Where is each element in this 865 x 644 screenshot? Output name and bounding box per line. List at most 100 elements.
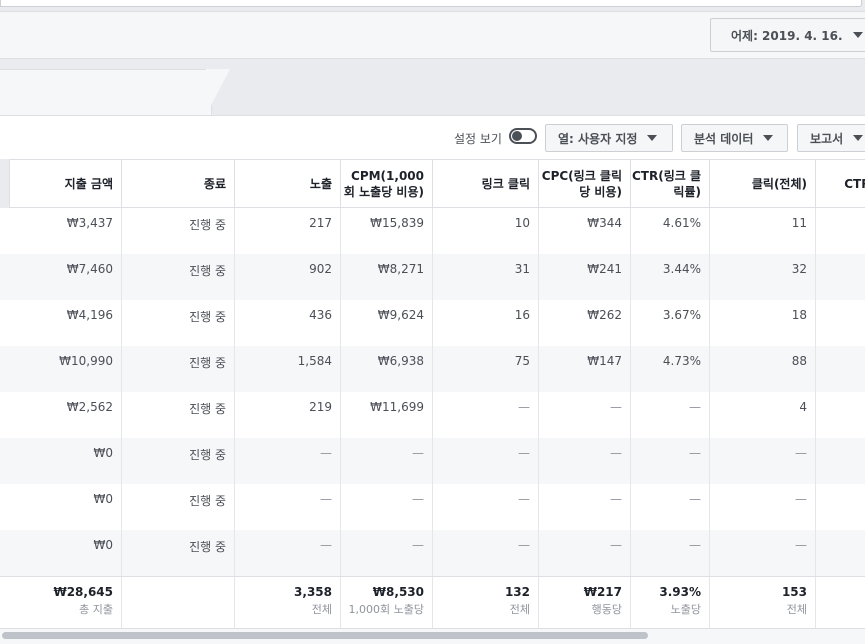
- table-row[interactable]: ₩0 진행 중 — — — — — —: [0, 484, 865, 530]
- total-cell: [122, 577, 235, 629]
- table-cell: 진행 중: [122, 346, 235, 392]
- table-row[interactable]: ₩0 진행 중 — — — — — —: [0, 530, 865, 576]
- table-row[interactable]: ₩0 진행 중 — — — — — —: [0, 438, 865, 484]
- breakdown-button-label: 분석 데이터: [694, 131, 754, 146]
- chevron-down-icon: [763, 135, 774, 141]
- column-header-5[interactable]: CPC(링크 클릭당 비용): [539, 159, 631, 208]
- total-value: ₩217: [583, 585, 622, 599]
- table-cell: ₩8,271: [341, 254, 433, 300]
- table-cell: ₩241: [539, 254, 631, 300]
- table-cell: 진행 중: [122, 300, 235, 346]
- table-cell: ₩6,938: [341, 346, 433, 392]
- table-cell: 5.5: [816, 346, 865, 392]
- table-row[interactable]: ₩7,460진행 중902₩8,27131₩2413.44%323.5: [0, 254, 865, 300]
- chevron-down-icon: [647, 135, 658, 141]
- settings-view-label: 설정 보기: [454, 132, 502, 146]
- table-cell: [816, 484, 865, 530]
- active-tab[interactable]: [0, 69, 212, 115]
- table-cell: —: [539, 530, 631, 576]
- columns-button[interactable]: 열: 사용자 지정: [545, 124, 673, 152]
- table-cell: —: [235, 484, 341, 530]
- table-cell: 진행 중: [122, 438, 235, 484]
- table-cell: —: [539, 484, 631, 530]
- table-cell: 4.73%: [631, 346, 710, 392]
- total-cell: ₩28,645 총 지출: [10, 577, 122, 629]
- table-cell: —: [539, 438, 631, 484]
- table-cell: —: [710, 438, 816, 484]
- horizontal-scrollbar[interactable]: [0, 628, 865, 644]
- top-search-field[interactable]: [0, 0, 862, 7]
- totals-row: ₩28,645 총 지출 3,358 전체 ₩8,530 1,000회 노출당 132 전체 ₩…: [0, 576, 865, 629]
- table-cell: 10: [433, 208, 539, 254]
- table-row[interactable]: ₩10,990진행 중1,584₩6,93875₩1474.73%885.5: [0, 346, 865, 392]
- table-cell: [816, 438, 865, 484]
- table-row[interactable]: ₩3,437진행 중217₩15,83910₩3444.61%115.0: [0, 208, 865, 254]
- total-value: 4.5: [816, 585, 865, 599]
- table-cell: ₩15,839: [341, 208, 433, 254]
- total-caption: 전체: [509, 603, 530, 616]
- total-value: 153: [781, 585, 807, 599]
- total-cell: 3,358 전체: [235, 577, 341, 629]
- breakdown-button[interactable]: 분석 데이터: [681, 124, 788, 152]
- column-header-8[interactable]: CTR(전: [816, 159, 865, 208]
- total-value: 3.93%: [659, 585, 701, 599]
- table-cell: ₩0: [10, 530, 122, 576]
- table-cell: 4.1: [816, 300, 865, 346]
- table-cell: —: [433, 392, 539, 438]
- column-header-4[interactable]: 링크 클릭: [433, 159, 539, 208]
- table-cell: 75: [433, 346, 539, 392]
- total-value: 132: [504, 585, 530, 599]
- settings-view-toggle[interactable]: [509, 128, 537, 144]
- total-cell: 4.5 노: [816, 577, 865, 629]
- table-cell: —: [235, 438, 341, 484]
- table-cell: 16: [433, 300, 539, 346]
- table-cell: ₩344: [539, 208, 631, 254]
- table-cell: —: [710, 530, 816, 576]
- total-caption: 1,000회 노출당: [348, 603, 424, 616]
- table-cell: ₩147: [539, 346, 631, 392]
- table-cell: —: [631, 530, 710, 576]
- chevron-down-icon: [853, 135, 864, 141]
- column-header-3[interactable]: CPM(1,000회 노출당 비용): [341, 159, 433, 208]
- table-cell: 32: [710, 254, 816, 300]
- columns-button-label: 열: 사용자 지정: [558, 131, 638, 146]
- date-range-button[interactable]: 어제: 2019. 4. 16.: [710, 18, 865, 52]
- table-cell: 진행 중: [122, 208, 235, 254]
- table-cell: ₩262: [539, 300, 631, 346]
- table-toolbar: 설정 보기 열: 사용자 지정 분석 데이터 보고서: [0, 115, 865, 159]
- total-caption: 노출당: [670, 603, 701, 616]
- total-value: ₩8,530: [372, 585, 424, 599]
- table-cell: —: [631, 438, 710, 484]
- column-header-0[interactable]: 지출 금액: [10, 159, 122, 208]
- table-cell: [816, 530, 865, 576]
- table-cell: ₩0: [10, 484, 122, 530]
- table-cell: 436: [235, 300, 341, 346]
- total-caption: 전체: [786, 603, 807, 616]
- column-header-6[interactable]: CTR(링크 클릭률): [631, 159, 710, 208]
- scrollbar-thumb[interactable]: [2, 632, 648, 639]
- date-range-label: 어제: 2019. 4. 16.: [731, 28, 843, 43]
- total-cell: ₩217 행동당: [539, 577, 631, 629]
- table-cell: 219: [235, 392, 341, 438]
- table-cell: —: [341, 530, 433, 576]
- table-cell: —: [341, 484, 433, 530]
- table-cell: 31: [433, 254, 539, 300]
- reports-button[interactable]: 보고서: [797, 124, 865, 152]
- column-header-1[interactable]: 종료: [122, 159, 235, 208]
- tab-edge: [206, 69, 230, 115]
- table-cell: —: [341, 438, 433, 484]
- table-cell: ₩11,699: [341, 392, 433, 438]
- chevron-down-icon: [852, 32, 863, 38]
- total-value: ₩28,645: [53, 585, 113, 599]
- table-cell: ₩10,990: [10, 346, 122, 392]
- table-cell: 5.0: [816, 208, 865, 254]
- table-cell: 3.67%: [631, 300, 710, 346]
- table-row[interactable]: ₩2,562진행 중219₩11,699———41.8: [0, 392, 865, 438]
- tab-strip: [0, 59, 865, 115]
- table-row[interactable]: ₩4,196진행 중436₩9,62416₩2623.67%184.1: [0, 300, 865, 346]
- table-cell: —: [710, 484, 816, 530]
- table-cell: 1,584: [235, 346, 341, 392]
- table-cell: 1.8: [816, 392, 865, 438]
- column-header-7[interactable]: 클릭(전체): [710, 159, 816, 208]
- column-header-2[interactable]: 노출: [235, 159, 341, 208]
